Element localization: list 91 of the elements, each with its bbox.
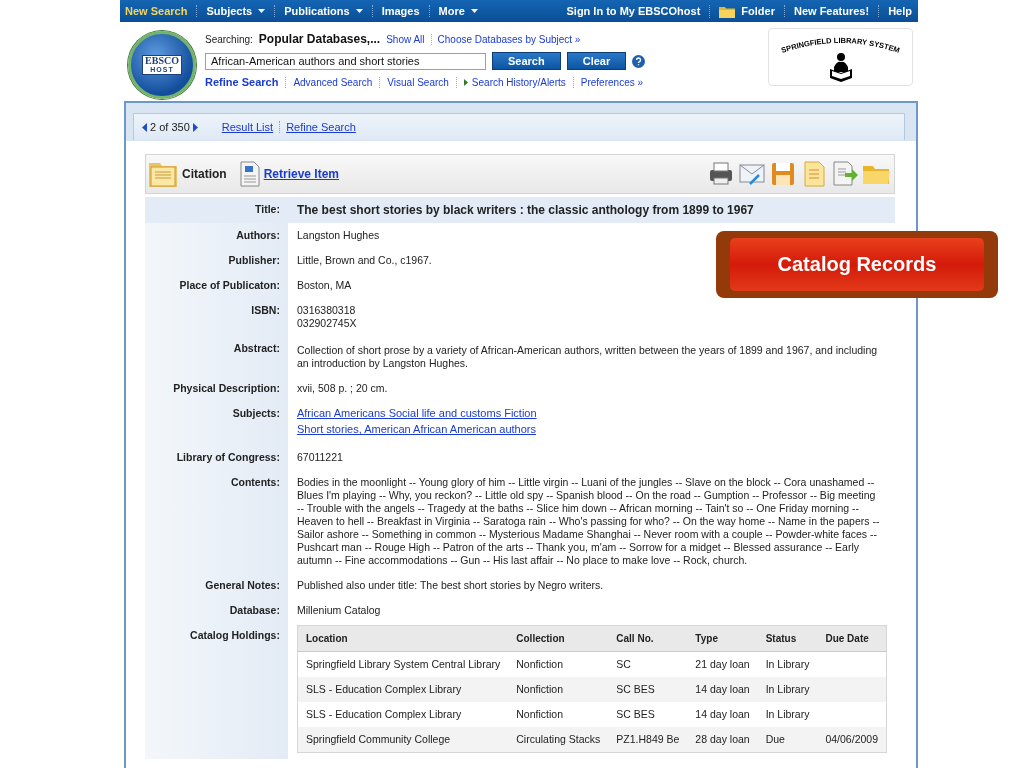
field-label: Contents: — [145, 470, 288, 573]
field-label: Publisher: — [145, 248, 288, 273]
field-label: Abstract: — [145, 336, 288, 376]
nav-menu-item[interactable]: New Search — [120, 5, 197, 17]
nav-menu-item[interactable]: Subjects — [196, 5, 275, 17]
search-field[interactable]: African-American authors and short stories — [205, 52, 486, 70]
column-header: Call No. — [608, 625, 688, 652]
field-value: Millenium Catalog — [296, 604, 381, 617]
table-cell: Circulating Stacks — [516, 733, 601, 745]
nav-menu-item[interactable]: More — [428, 5, 487, 17]
clear-button[interactable]: Clear — [566, 52, 627, 70]
search-option-link[interactable]: Refine Search — [205, 76, 286, 88]
table-cell: SC BES — [616, 683, 655, 695]
search-option-link[interactable]: Search History/Alerts — [455, 76, 573, 88]
search-option-link[interactable]: Advanced Search — [285, 76, 380, 88]
nav-link[interactable]: Result List — [215, 121, 280, 133]
search-option-link[interactable]: Visual Search — [379, 76, 456, 88]
record-title: The best short stories by black writers : the classic anthology from 1899 to 1967 — [296, 204, 754, 217]
table-cell: Nonfiction — [516, 683, 563, 695]
field-label: Library of Congress: — [145, 445, 288, 470]
subject-link[interactable]: African Americans Social life and customs Fiction — [296, 407, 537, 420]
field-value: 67011221 — [296, 451, 343, 464]
result-position: 2 of 350 — [150, 121, 190, 133]
logo-text: EBSCO — [145, 56, 179, 66]
callout-label: Catalog Records — [730, 238, 984, 291]
table-cell: SC BES — [616, 708, 655, 720]
nav-link[interactable]: Sign In to My EBSCOhost — [557, 5, 710, 17]
search-option-link[interactable]: Preferences » — [572, 76, 651, 88]
field-label: Place of Publicaton: — [145, 273, 288, 298]
field-label: General Notes: — [145, 573, 288, 598]
field-value: 0316380318 — [296, 304, 356, 317]
folder-icon — [719, 4, 736, 18]
pager-arrow-icon[interactable] — [192, 122, 198, 132]
field-value: 032902745X — [296, 317, 357, 330]
header-link[interactable]: Show All — [386, 34, 425, 45]
column-header: Location — [297, 625, 509, 652]
field-label: Catalog Holdings: — [145, 623, 288, 759]
field-label: Authors: — [145, 223, 288, 248]
field-value: Langston Hughes — [296, 229, 380, 242]
table-cell: In Library — [765, 708, 810, 720]
table-cell: Nonfiction — [516, 708, 563, 720]
table-cell: SC — [616, 658, 631, 670]
pager-arrow-icon[interactable] — [142, 122, 147, 132]
table-cell: SLS - Education Complex Library — [305, 708, 462, 720]
field-value: xvii, 508 p. ; 20 cm. — [296, 382, 388, 395]
searching-label: Searching: — [205, 34, 253, 45]
table-cell: Nonfiction — [516, 658, 563, 670]
help-icon[interactable] — [632, 54, 646, 68]
citation-label[interactable]: Citation — [182, 167, 227, 181]
field-label: Title: — [145, 197, 288, 223]
table-cell: Springfield Library System Central Library — [305, 658, 501, 670]
database-name: Popular Databases,... — [258, 32, 381, 46]
column-header: Type — [687, 625, 758, 652]
field-label: Physical Description: — [145, 376, 288, 401]
header-link[interactable]: Choose Databases by Subject » — [430, 34, 581, 45]
retrieve-item-link[interactable]: Retrieve Item — [263, 167, 340, 181]
folder-link[interactable]: Folder — [709, 4, 784, 18]
search-button[interactable]: Search — [492, 52, 561, 70]
column-header: Status — [757, 625, 818, 652]
field-value: Bodies in the moonlight -- Young glory of him -- Little virgin -- Luani of the jungles -- Slave on the block -- Cora unashamed -- Blues I'm playing -- Why, you reckon? -- Little old spy -- Spanish blood -- On the road -- Gumption -- Professor -- Big meeting -- Trouble with the angels -- Tragedy at the baths -- Slice him down -- African morning -- Tain't so -- One Friday morning -- Heaven to hell -- Breakfast in Virginia -- Saratoga rain -- Who's passing for who? -- On the way home -- Name in the papers -- Sailor ashore -- Something in common -- Mysterious Madame Shanghai -- Never room with a couple -- Powder-white faces -- Pushcart man -- Rouge High -- Patron of the arts -- Thank you, m'am -- Sorrow for a midget -- Blessed assurance -- Early autumn -- Fine accommodations -- Gun -- His last affair -- No place to make love -- Rock, church. — [296, 476, 881, 567]
subject-link[interactable]: Short stories, American African American authors — [296, 423, 536, 436]
column-header: Due Date — [817, 625, 887, 652]
table-cell: In Library — [765, 658, 810, 670]
nav-menu-item[interactable]: Publications — [274, 5, 372, 17]
table-cell: 14 day loan — [695, 708, 750, 720]
table-cell: In Library — [765, 683, 810, 695]
field-value: Little, Brown and Co., c1967. — [296, 254, 432, 267]
table-cell: 21 day loan — [695, 658, 750, 670]
field-value: Boston, MA — [296, 279, 352, 292]
table-cell: PZ1.H849 Be — [616, 733, 680, 745]
table-cell: 04/06/2009 — [825, 733, 878, 745]
nav-menu-item[interactable]: Images — [371, 5, 429, 17]
document-icon[interactable] — [239, 161, 260, 187]
table-cell: SLS - Education Complex Library — [305, 683, 462, 695]
table-cell: 28 day loan — [695, 733, 750, 745]
export-icon[interactable] — [831, 160, 860, 188]
citation-icon[interactable] — [148, 160, 178, 188]
column-header: Collection — [508, 625, 609, 652]
field-label: ISBN: — [145, 298, 288, 336]
field-label: Database: — [145, 598, 288, 623]
triangle-icon — [463, 78, 468, 86]
field-value: Collection of short prose by a variety of African-American authors, written between the years of 1899 and 1967, and including an introduction by Langston Hughes. — [296, 344, 887, 370]
nav-link[interactable]: Refine Search — [279, 121, 362, 133]
nav-link[interactable]: New Features! — [783, 5, 879, 17]
table-cell: Springfield Community College — [305, 733, 451, 745]
table-cell: 14 day loan — [695, 683, 750, 695]
nav-link[interactable]: Help — [878, 5, 918, 17]
field-label: Subjects: — [145, 401, 288, 445]
reader-icon — [830, 53, 852, 82]
table-cell: Due — [765, 733, 785, 745]
field-value: Published also under title: The best short stories by Negro writers. — [296, 579, 604, 592]
